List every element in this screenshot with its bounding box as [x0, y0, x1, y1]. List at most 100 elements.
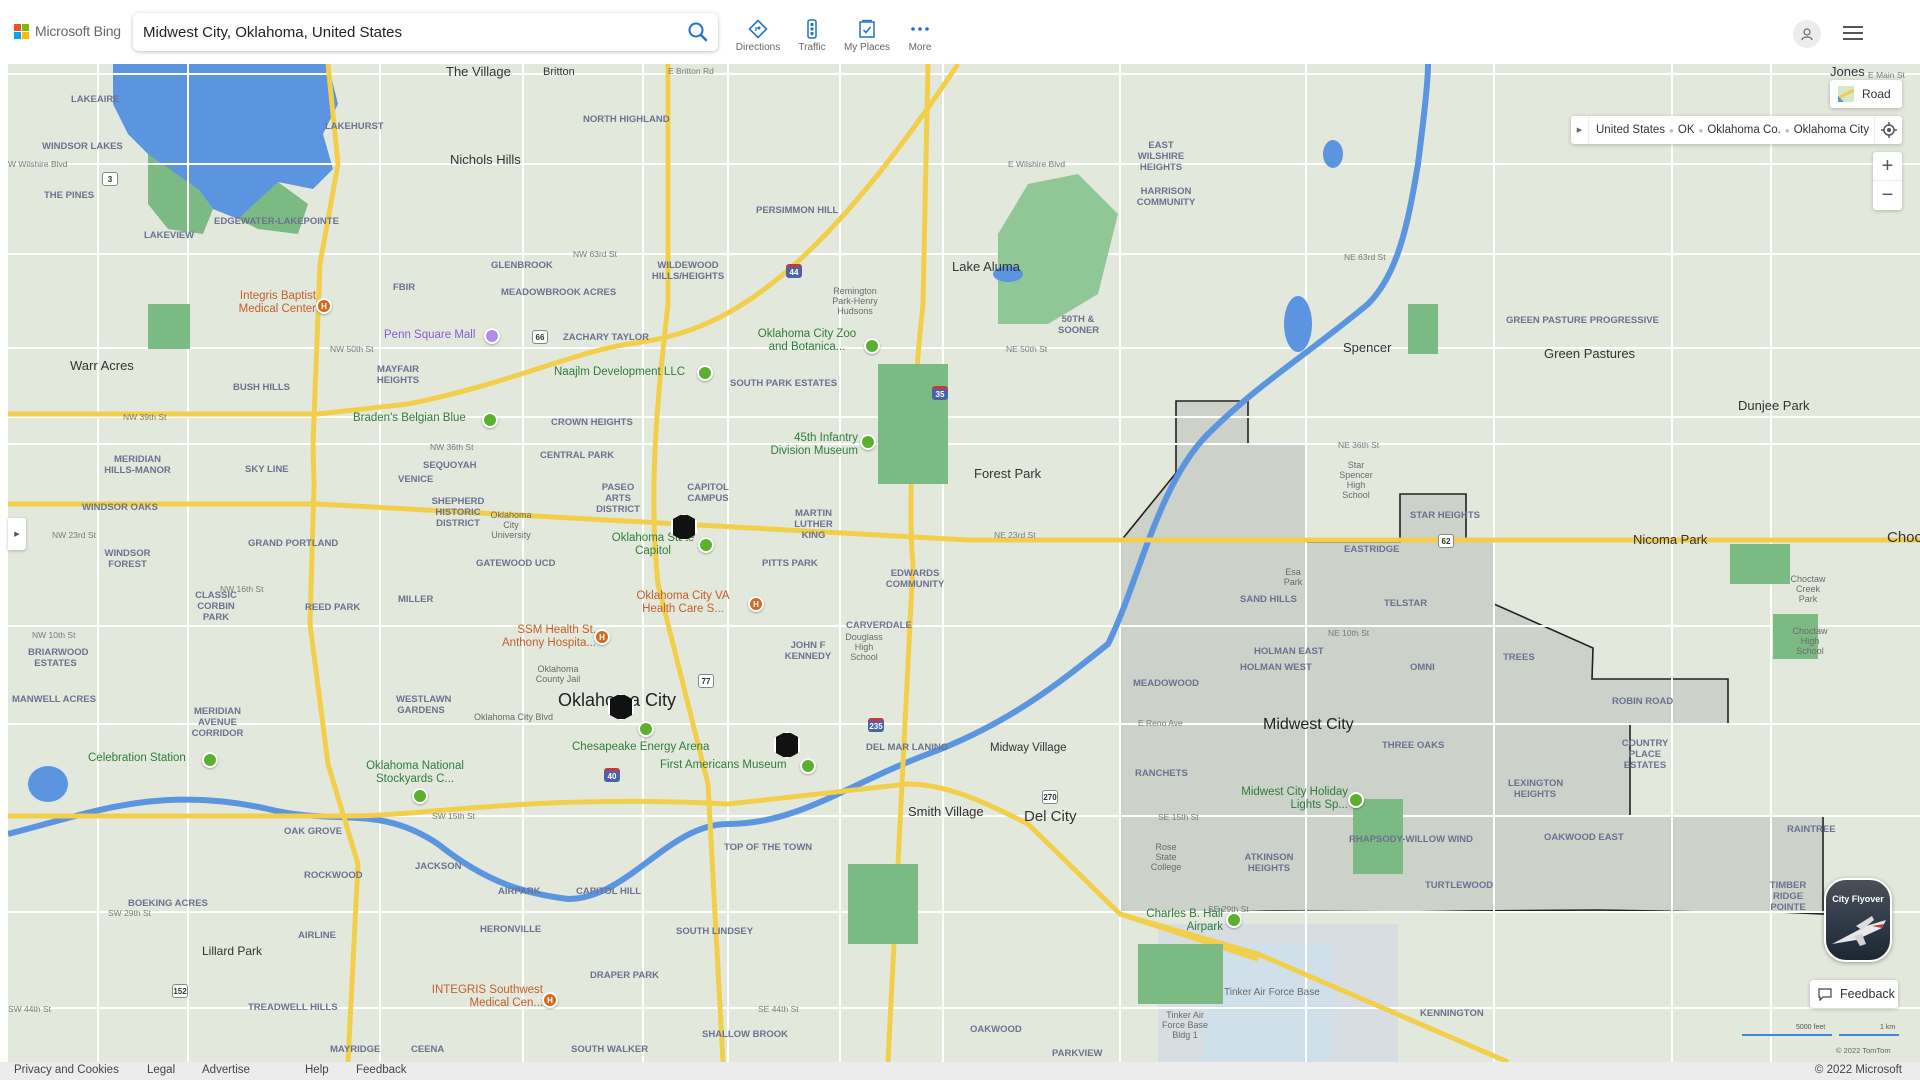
landmark-label: Douglass High School	[845, 632, 883, 662]
landmark-label: Tinker Air Force Base Bldg 1	[1161, 1010, 1209, 1040]
landmark-label: Oklahoma County Jail	[535, 664, 581, 684]
breadcrumb-city[interactable]: Oklahoma City	[1794, 124, 1869, 136]
shopping-bag-icon[interactable]	[484, 328, 500, 344]
neighborhood-label: MAYRIDGE	[330, 1044, 381, 1055]
neighborhood-label: JACKSON	[415, 861, 462, 872]
poi-label[interactable]: Penn Square Mall	[384, 329, 475, 341]
breadcrumb-county[interactable]: Oklahoma Co.	[1707, 124, 1781, 136]
lake	[1284, 296, 1312, 352]
locate-me-button[interactable]	[1874, 116, 1902, 144]
street-label: NW 39th St	[123, 412, 167, 422]
neighborhood-label: ROBIN ROAD	[1612, 696, 1674, 707]
zoom-in-button[interactable]: +	[1873, 152, 1902, 181]
street-label: NE 63rd St	[1344, 252, 1386, 262]
more-button[interactable]: More	[892, 18, 948, 53]
poi-label[interactable]: Braden's Belgian Blue	[353, 412, 466, 425]
search-input[interactable]	[143, 13, 663, 51]
attraction-pin-icon[interactable]	[202, 752, 218, 768]
zoom-out-button[interactable]: −	[1873, 181, 1902, 210]
place-label: Nichols Hills	[450, 152, 521, 167]
attraction-pin-icon[interactable]	[698, 537, 714, 553]
street-label: SW 15th St	[432, 811, 475, 821]
city-flyover-button[interactable]: City Flyover	[1824, 878, 1892, 962]
hospital-pin-icon[interactable]: H	[748, 596, 764, 612]
bing-logo[interactable]: Microsoft Bing	[14, 23, 121, 39]
poi-label[interactable]: Charles B. Hall Airpark	[1138, 908, 1223, 934]
attraction-pin-icon[interactable]	[697, 365, 713, 381]
footer-link-advertise[interactable]: Advertise	[202, 1064, 250, 1076]
traffic-button[interactable]: Traffic	[784, 18, 840, 53]
poi-label[interactable]: Oklahoma City VA Health Care S...	[628, 590, 738, 616]
neighborhood-label: MERIDIAN HILLS-MANOR	[104, 454, 171, 476]
account-button[interactable]	[1793, 20, 1821, 48]
poi-label[interactable]: Chesapeake Energy Arena	[572, 741, 709, 754]
neighborhood-label: TIMBER RIDGE POINTE	[1769, 880, 1807, 913]
footer-link-privacy[interactable]: Privacy and Cookies	[14, 1064, 119, 1076]
poi-label[interactable]: Celebration Station	[88, 752, 186, 765]
attraction-pin-icon[interactable]	[482, 412, 498, 428]
attraction-pin-icon[interactable]	[412, 788, 428, 804]
poi-label[interactable]: INTEGRIS Southwest Medical Cen...	[418, 984, 543, 1010]
landmark-label: Choctaw High School	[1792, 626, 1828, 656]
my-places-label: My Places	[843, 42, 891, 53]
left-panel-expander[interactable]: ▶	[8, 518, 26, 550]
poi-label[interactable]: 45th Infantry Division Museum	[758, 432, 858, 458]
hospital-pin-icon[interactable]: H	[316, 298, 332, 314]
neighborhood-label: NORTH HIGHLAND	[583, 114, 670, 125]
map-style-button[interactable]: Road	[1830, 80, 1902, 108]
neighborhood-label: OAKWOOD	[970, 1024, 1022, 1035]
breadcrumb-expand-button[interactable]: ▶	[1571, 116, 1589, 144]
poi-label[interactable]: Midwest City Holiday Lights Sp...	[1218, 786, 1348, 812]
neighborhood-label: HOLMAN WEST	[1240, 662, 1312, 673]
menu-button[interactable]	[1843, 26, 1863, 42]
neighborhood-label: EASTRIDGE	[1344, 544, 1400, 555]
attraction-pin-icon[interactable]	[1348, 792, 1364, 808]
interstate-shield: 235	[868, 718, 884, 732]
place-label: Jones	[1830, 64, 1865, 79]
neighborhood-label: KENNINGTON	[1420, 1008, 1484, 1019]
street-label: NW 16th St	[220, 584, 264, 594]
arena-pin-icon[interactable]	[638, 721, 654, 737]
my-places-button[interactable]: My Places	[839, 18, 895, 53]
poi-label[interactable]: Naajlm Development LLC	[554, 366, 685, 379]
footer-link-help[interactable]: Help	[305, 1064, 329, 1076]
museum-pin-icon[interactable]	[860, 434, 876, 450]
street-label: SE 15th St	[1158, 812, 1199, 822]
neighborhood-label: CAPITOL HILL	[576, 886, 642, 897]
lake	[28, 766, 68, 802]
hospital-pin-icon[interactable]: H	[594, 629, 610, 645]
footer-link-feedback[interactable]: Feedback	[356, 1064, 407, 1076]
hospital-pin-icon[interactable]: H	[542, 992, 558, 1008]
poi-label[interactable]: Oklahoma City Zoo and Botanica...	[752, 328, 862, 354]
street-label: NW 63rd St	[573, 249, 617, 259]
directions-icon	[748, 19, 768, 39]
place-label: Green Pastures	[1544, 346, 1636, 361]
user-icon	[1801, 28, 1813, 41]
airport-pin-icon[interactable]	[1226, 912, 1242, 928]
poi-label[interactable]: Integris Baptist Medical Center	[226, 290, 316, 316]
search-button[interactable]	[686, 20, 710, 44]
neighborhood-label: SHEPHERD HISTORIC DISTRICT	[431, 496, 485, 529]
street-label: E Main St	[1868, 70, 1905, 80]
breadcrumb-country[interactable]: United States	[1596, 124, 1665, 136]
place-label: Smith Village	[908, 804, 984, 819]
poi-label[interactable]: First Americans Museum	[660, 759, 787, 772]
place-label: Dunjee Park	[1738, 398, 1810, 413]
neighborhood-label: TURTLEWOOD	[1425, 880, 1494, 891]
breadcrumb-state[interactable]: OK	[1678, 124, 1695, 136]
neighborhood-label: MERIDIAN AVENUE CORRIDOR	[191, 706, 244, 739]
place-label: Nicoma Park	[1633, 532, 1708, 547]
poi-label[interactable]: Oklahoma National Stockyards C...	[360, 760, 470, 786]
directions-button[interactable]: Directions	[730, 18, 786, 53]
zoo-pin-icon[interactable]	[864, 338, 880, 354]
poi-label[interactable]: SSM Health St. Anthony Hospita...	[486, 624, 596, 650]
museum-pin-icon[interactable]	[800, 758, 816, 774]
map-canvas[interactable]: The Village Britton Nichols Hills Warr A…	[8, 64, 1920, 1062]
street-label: SE 44th St	[758, 1004, 799, 1014]
neighborhood-label: PERSIMMON HILL	[756, 205, 839, 216]
street-label: E Reno Ave	[1138, 718, 1183, 728]
footer-link-legal[interactable]: Legal	[147, 1064, 175, 1076]
neighborhood-label: RANCHETS	[1135, 768, 1188, 779]
map-feedback-button[interactable]: Feedback	[1810, 980, 1898, 1008]
neighborhood-label: MILLER	[398, 594, 434, 605]
